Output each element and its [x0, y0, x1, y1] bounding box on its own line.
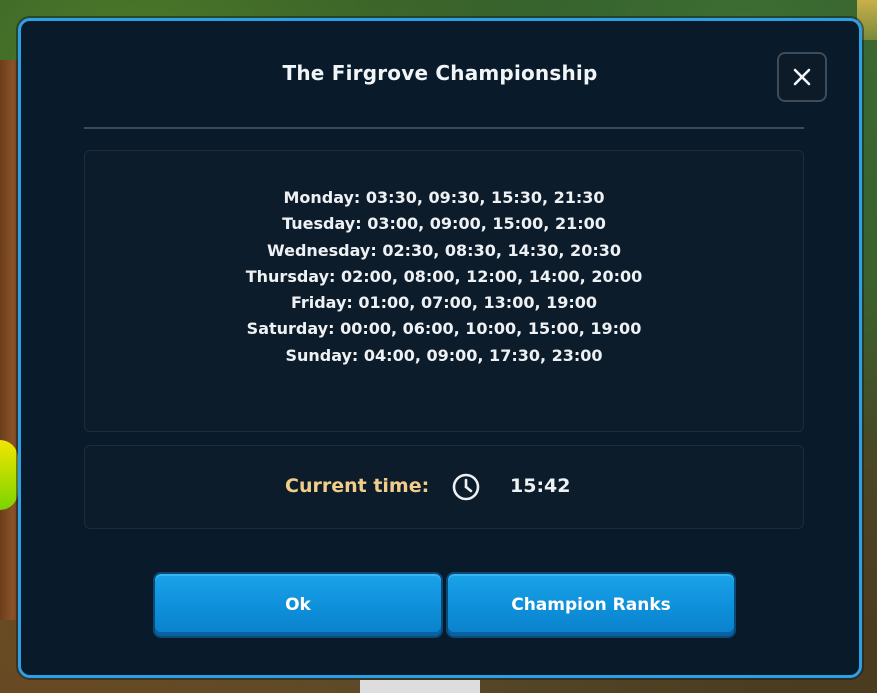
clock-icon	[452, 473, 480, 501]
champion-ranks-button[interactable]: Champion Ranks	[446, 572, 736, 638]
schedule-row-sunday: Sunday: 04:00, 09:00, 17:30, 23:00	[285, 345, 603, 365]
schedule-row-wednesday: Wednesday: 02:30, 08:30, 14:30, 20:30	[267, 240, 621, 260]
dialog-title: The Firgrove Championship	[282, 61, 598, 85]
close-icon	[793, 68, 811, 86]
schedule-row-friday: Friday: 01:00, 07:00, 13:00, 19:00	[290, 293, 598, 313]
current-time-value: 15:42	[510, 475, 571, 497]
ok-button[interactable]: Ok	[153, 572, 443, 638]
title-divider	[84, 127, 804, 129]
background-foliage	[0, 440, 18, 510]
championship-dialog: The Firgrove Championship Monday: 03:30,…	[18, 18, 862, 678]
background-character	[360, 680, 480, 693]
current-time-panel: Current time: 15:42	[84, 445, 804, 529]
schedule-row-monday: Monday: 03:30, 09:30, 15:30, 21:30	[283, 188, 605, 207]
schedule-row-saturday: Saturday: 00:00, 06:00, 10:00, 15:00, 19…	[246, 319, 642, 339]
schedule-row-thursday: Thursday: 02:00, 08:00, 12:00, 14:00, 20…	[245, 266, 643, 286]
current-time-label: Current time:	[285, 475, 430, 497]
schedule-list: Monday: 03:30, 09:30, 15:30, 21:30 Tuesd…	[85, 185, 803, 369]
schedule-row-tuesday: Tuesday: 03:00, 09:00, 15:00, 21:00	[282, 214, 606, 234]
close-button[interactable]	[777, 52, 827, 102]
schedule-panel: Monday: 03:30, 09:30, 15:30, 21:30 Tuesd…	[84, 150, 804, 432]
